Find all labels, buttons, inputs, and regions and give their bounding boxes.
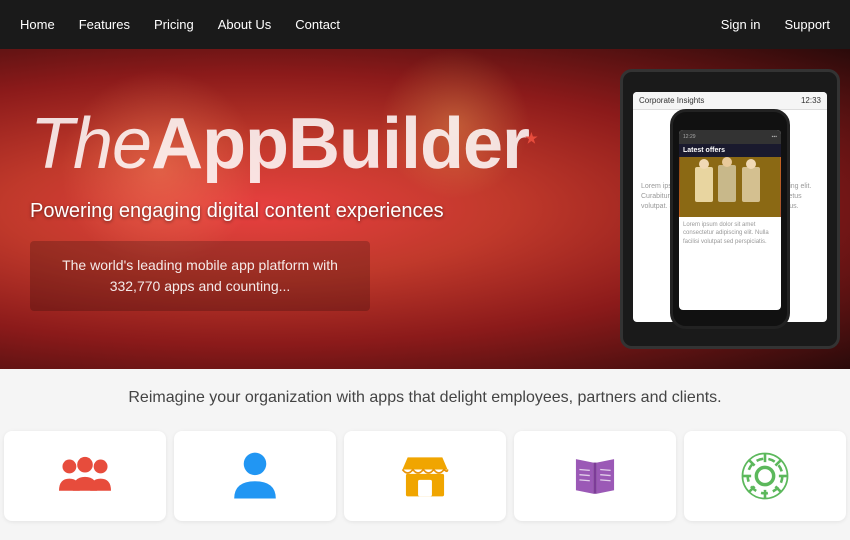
navigation: Home Features Pricing About Us Contact S… [0,0,850,49]
nav-item-home[interactable]: Home [20,17,55,32]
nav-item-contact[interactable]: Contact [295,17,340,32]
hero-section: TheAppBuilder★ Powering engaging digital… [0,49,850,369]
nav-item-about[interactable]: About Us [218,17,271,32]
title-the: The [30,104,151,184]
store-icon [399,450,451,502]
nav-item-support[interactable]: Support [784,17,830,32]
hero-description: The world's leading mobile app platform … [30,241,370,311]
tablet-time: 12:33 [801,96,821,105]
nav-item-pricing[interactable]: Pricing [154,17,194,32]
hero-content: TheAppBuilder★ Powering engaging digital… [0,108,850,311]
star-icon: ★ [525,130,537,146]
feature-card-book [514,431,676,521]
nav-item-features[interactable]: Features [79,17,130,32]
lower-section: Reimagine your organization with apps th… [0,369,850,540]
person-icon [229,450,281,502]
nav-right: Sign in Support [721,17,830,32]
tablet-title: Corporate Insights [639,96,704,105]
feature-card-people [4,431,166,521]
lower-tagline: Reimagine your organization with apps th… [128,389,721,407]
settings-icon [739,450,791,502]
feature-card-store [344,431,506,521]
features-icons-row [0,431,850,521]
nav-item-signin[interactable]: Sign in [721,17,761,32]
feature-card-settings [684,431,846,521]
title-builder: Builder [288,104,529,184]
hero-subtitle: Powering engaging digital content experi… [30,200,820,223]
feature-card-person [174,431,336,521]
book-icon [569,450,621,502]
nav-left: Home Features Pricing About Us Contact [20,17,721,32]
people-icon [59,450,111,502]
title-app: App [151,104,288,184]
hero-title: TheAppBuilder★ [30,108,820,180]
